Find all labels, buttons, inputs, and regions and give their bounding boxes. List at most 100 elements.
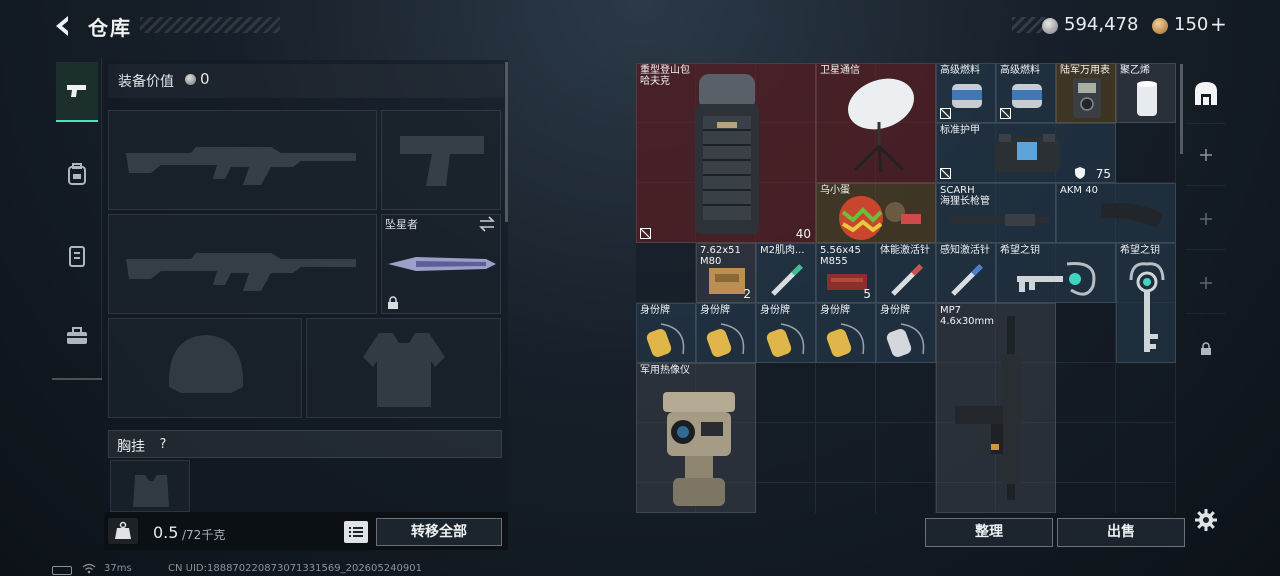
armor-case-image	[995, 134, 1059, 172]
item-name: 身份牌	[640, 305, 670, 316]
magazine-image	[1101, 203, 1163, 228]
item-army-multimeter[interactable]: 陆军万用表	[1056, 63, 1116, 123]
item-mp7[interactable]: MP7 4.6x30mm	[936, 303, 1056, 513]
helmet-slot[interactable]	[108, 318, 302, 418]
swap-icon[interactable]	[478, 216, 496, 232]
list-view-button[interactable]	[344, 521, 368, 543]
dog-tag-image	[886, 323, 925, 357]
item-akm-mag[interactable]: AKM 40	[1056, 183, 1176, 243]
item-count: 5	[863, 287, 871, 301]
satellite-dish-image	[848, 78, 914, 173]
grid-cell[interactable]	[1056, 303, 1116, 363]
item-egg[interactable]: 乌小蛋	[816, 183, 936, 243]
item-name: 体能激活针	[880, 245, 930, 256]
injector-image	[951, 264, 983, 296]
primary-weapon-slot[interactable]	[108, 110, 377, 210]
grid-cell[interactable]	[1056, 423, 1116, 483]
grid-cell[interactable]	[816, 363, 876, 423]
grid-cell[interactable]	[1116, 363, 1176, 423]
add-page-button[interactable]	[1186, 188, 1226, 250]
item-fuel[interactable]: 高级燃料	[996, 63, 1056, 123]
grid-cell[interactable]	[1116, 483, 1176, 513]
grid-cell[interactable]	[876, 483, 936, 513]
grid-cell[interactable]	[1116, 123, 1176, 183]
pistol-silhouette-icon	[400, 136, 484, 186]
add-page-button[interactable]	[1186, 124, 1226, 186]
toolbox-icon	[67, 327, 87, 344]
back-arrow-icon[interactable]	[50, 12, 78, 40]
poly-roll-image	[1137, 81, 1157, 116]
item-stamina-injector[interactable]: 体能激活针	[876, 243, 936, 303]
add-page-button[interactable]	[1186, 252, 1226, 314]
item-dog-tag[interactable]: 身份牌	[816, 303, 876, 363]
chest-rig-slot[interactable]	[110, 460, 190, 512]
grid-cell[interactable]	[1056, 483, 1116, 513]
item-ammo-556[interactable]: 5.56x45 M855 5	[816, 243, 876, 303]
item-perception-injector[interactable]: 感知激活针	[936, 243, 996, 303]
sell-button[interactable]: 出售	[1057, 518, 1185, 547]
item-count: 2	[743, 287, 751, 301]
thermal-imager-image	[663, 392, 735, 506]
tab-armor[interactable]	[56, 226, 98, 286]
secondary-weapon-slot[interactable]	[108, 214, 377, 314]
item-key-of-hope[interactable]: 希望之钥	[1116, 243, 1176, 363]
item-key-of-hope[interactable]: 希望之钥	[996, 243, 1116, 303]
item-subname: 哈夫克	[640, 76, 670, 87]
fuel-can-image	[1012, 84, 1042, 108]
item-subname: 4.6x30mm	[940, 316, 995, 327]
durability-shield-icon	[1075, 167, 1085, 179]
item-dog-tag[interactable]: 身份牌	[696, 303, 756, 363]
item-satellite-comm[interactable]: 卫星通信	[816, 63, 936, 183]
gear-icon[interactable]	[1194, 508, 1218, 532]
body-armor-slot[interactable]	[306, 318, 501, 418]
page-title: 仓库	[88, 16, 132, 40]
item-dog-tag[interactable]: 身份牌	[756, 303, 816, 363]
help-icon[interactable]: ?	[152, 434, 174, 456]
smg-image	[955, 316, 1021, 500]
grid-cell[interactable]	[636, 243, 696, 303]
silver-amount: 594,478	[1064, 14, 1139, 35]
warehouse-page-1[interactable]	[1186, 62, 1226, 124]
item-standard-armor[interactable]: 标准护甲 75	[936, 123, 1116, 183]
transfer-all-button[interactable]: 转移全部	[376, 518, 502, 546]
warehouse-pages	[1186, 62, 1226, 380]
grid-cell[interactable]	[816, 423, 876, 483]
item-thermal-imager[interactable]: 军用热像仪	[636, 363, 756, 513]
item-ammo-762[interactable]: 7.62x51 M80 2	[696, 243, 756, 303]
item-dog-tag[interactable]: 身份牌	[876, 303, 936, 363]
tab-toolbox[interactable]	[56, 306, 98, 366]
battery-icon	[52, 566, 72, 575]
rifle-silhouette-icon	[126, 253, 356, 291]
dog-tag-image	[646, 323, 685, 357]
item-name: 陆军万用表	[1060, 65, 1110, 76]
grid-cell[interactable]	[816, 483, 876, 513]
injector-image	[771, 264, 803, 296]
weight-value: 0.5	[153, 523, 179, 542]
locked-page[interactable]	[1186, 318, 1226, 380]
grid-cell[interactable]	[876, 363, 936, 423]
warehouse-icon	[1195, 81, 1217, 105]
pistol-slot[interactable]	[381, 110, 501, 210]
sort-button[interactable]: 整理	[925, 518, 1053, 547]
item-polyethylene[interactable]: 聚乙烯	[1116, 63, 1176, 123]
grid-cell[interactable]	[756, 423, 816, 483]
loadout-scrollbar[interactable]	[505, 62, 508, 222]
item-backpack[interactable]: 重型登山包 哈夫克 40	[636, 63, 816, 243]
tab-backpack[interactable]	[56, 144, 98, 204]
grid-cell[interactable]	[756, 363, 816, 423]
item-fuel[interactable]: 高级燃料	[936, 63, 996, 123]
item-m2-injector[interactable]: M2肌肉...	[756, 243, 816, 303]
pistol-icon	[67, 85, 86, 97]
add-gold-button[interactable]: +	[1210, 12, 1227, 36]
item-scarh-barrel[interactable]: SCARH 海狸长枪管	[936, 183, 1056, 243]
item-dog-tag[interactable]: 身份牌	[636, 303, 696, 363]
tab-weapons[interactable]	[56, 62, 98, 122]
grid-cell[interactable]	[756, 483, 816, 513]
list-icon	[349, 527, 363, 537]
warehouse-grid[interactable]: 重型登山包 哈夫克 40 卫星通信 高级燃料 高级燃料 陆军万用表 聚乙烯 标准…	[636, 63, 1176, 513]
grid-cell[interactable]	[1056, 363, 1116, 423]
grid-cell[interactable]	[876, 423, 936, 483]
item-count: 40	[795, 227, 811, 241]
warehouse-scrollbar[interactable]	[1180, 64, 1183, 154]
grid-cell[interactable]	[1116, 423, 1176, 483]
